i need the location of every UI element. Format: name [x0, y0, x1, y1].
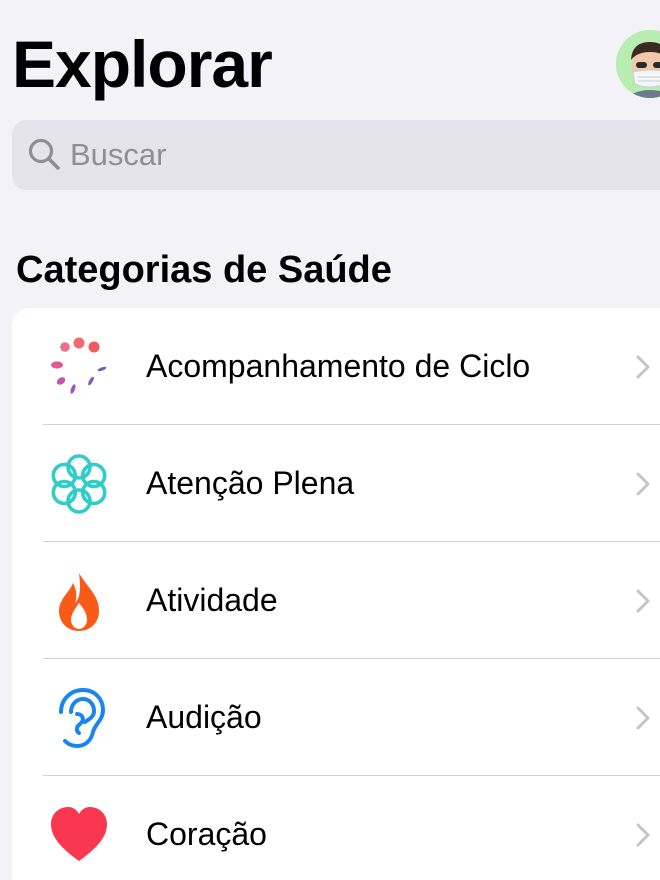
category-row-heart[interactable]: Coração: [12, 776, 660, 880]
health-categories-list: Acompanhamento de Ciclo Atenção Plena At…: [12, 308, 660, 880]
search-input[interactable]: [70, 131, 630, 179]
category-row-hearing[interactable]: Audição: [12, 659, 660, 776]
explore-screen: Explorar Categorias de Saúde: [0, 0, 660, 880]
category-label: Acompanhamento de Ciclo: [146, 348, 531, 384]
category-label: Audição: [146, 699, 262, 735]
profile-avatar[interactable]: [616, 30, 660, 98]
chevron-right-icon: [636, 355, 650, 379]
category-label: Atividade: [146, 582, 278, 618]
chevron-right-icon: [636, 823, 650, 847]
ear-icon: [47, 686, 111, 750]
chevron-right-icon: [636, 706, 650, 730]
heart-icon: [47, 803, 111, 867]
category-label: Coração: [146, 816, 267, 852]
memoji-avatar-icon: [616, 30, 660, 98]
category-row-activity[interactable]: Atividade: [12, 542, 660, 659]
chevron-right-icon: [636, 589, 650, 613]
search-icon: [28, 138, 60, 170]
cycle-tracking-icon: [47, 335, 111, 399]
category-label: Atenção Plena: [146, 465, 355, 501]
category-row-mindfulness[interactable]: Atenção Plena: [12, 425, 660, 542]
category-row-cycle-tracking[interactable]: Acompanhamento de Ciclo: [12, 308, 660, 425]
section-title: Categorias de Saúde: [16, 249, 392, 291]
flame-icon: [47, 569, 111, 633]
chevron-right-icon: [636, 472, 650, 496]
mindfulness-icon: [47, 452, 111, 516]
page-title: Explorar: [12, 27, 273, 101]
